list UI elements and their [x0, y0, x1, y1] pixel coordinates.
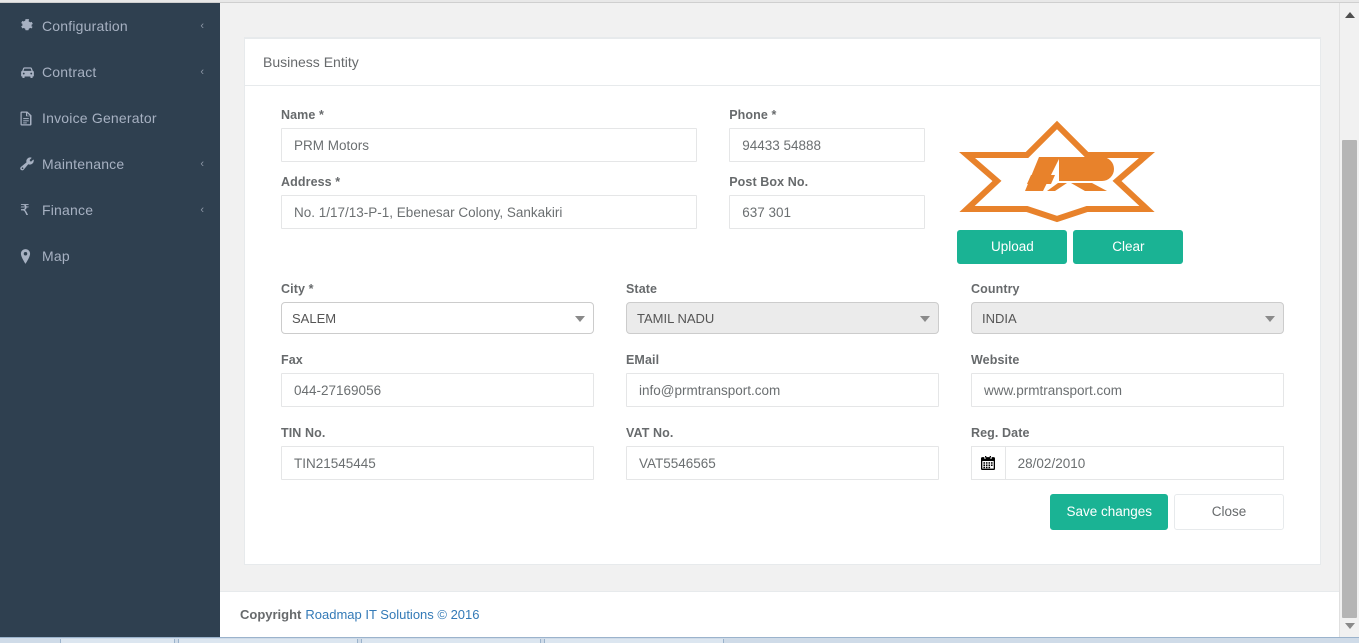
- field-label-tin: TIN No.: [281, 426, 326, 441]
- caret-down-icon: [1344, 622, 1355, 629]
- field-website: Website: [955, 353, 1300, 408]
- sidebar-nav: Configuration ‹ Contract ‹ Invoice Gener…: [0, 3, 220, 637]
- field-label-country: Country: [971, 282, 1020, 297]
- chevron-left-icon: ‹: [200, 66, 204, 78]
- card-header: Business Entity: [245, 39, 1320, 86]
- regdate-input[interactable]: [1004, 446, 1284, 481]
- field-label-regdate: Reg. Date: [971, 426, 1030, 441]
- fax-input[interactable]: [281, 373, 594, 408]
- form-col-logo: Upload Clear: [941, 108, 1300, 265]
- sidebar-item-maintenance[interactable]: Maintenance ‹: [0, 141, 220, 187]
- field-regdate: Reg. Date: [955, 426, 1300, 481]
- sidebar-item-contract[interactable]: Contract ‹: [0, 49, 220, 95]
- app-window: Configuration ‹ Contract ‹ Invoice Gener…: [0, 0, 1359, 643]
- sidebar-item-label: Finance: [42, 202, 94, 218]
- company-logo: [957, 108, 1157, 226]
- taskbar-item[interactable]: [544, 639, 724, 643]
- sidebar-item-label: Contract: [42, 64, 97, 80]
- car-icon: [20, 66, 42, 79]
- field-label-website: Website: [971, 353, 1020, 368]
- field-label-phone: Phone *: [729, 108, 777, 122]
- field-city: City * SALEM: [265, 282, 610, 335]
- scroll-up-button[interactable]: [1340, 5, 1359, 24]
- sidebar-item-label: Invoice Generator: [42, 110, 157, 126]
- wrench-icon: [20, 156, 42, 172]
- sidebar-item-map[interactable]: Map: [0, 233, 220, 279]
- sidebar-item-label: Maintenance: [42, 156, 125, 172]
- field-label-name: Name *: [281, 108, 324, 122]
- business-entity-card: Business Entity Name * Address *: [244, 37, 1321, 566]
- field-state: State TAMIL NADU: [610, 282, 955, 335]
- field-label-fax: Fax: [281, 353, 303, 368]
- gear-icon: [20, 19, 42, 33]
- upload-button[interactable]: Upload: [957, 230, 1068, 265]
- field-phone: Phone *: [729, 108, 926, 162]
- field-label-city: City *: [281, 282, 314, 297]
- ar-star-emblem-icon: [959, 120, 1156, 223]
- sidebar-item-configuration[interactable]: Configuration ‹: [0, 3, 220, 49]
- phone-input[interactable]: [729, 128, 926, 162]
- field-country: Country INDIA: [955, 282, 1300, 335]
- chevron-left-icon: ‹: [200, 204, 204, 216]
- form-actions: Save changes Close: [265, 480, 1300, 531]
- form-col-left-1: Name * Address *: [265, 108, 713, 264]
- field-name: Name *: [281, 108, 698, 162]
- vat-input[interactable]: [626, 446, 939, 481]
- logo-action-buttons: Upload Clear: [957, 230, 1284, 265]
- country-select[interactable]: INDIA: [971, 302, 1284, 335]
- document-icon: [20, 111, 42, 126]
- city-select[interactable]: SALEM: [281, 302, 594, 335]
- field-postbox: Post Box No.: [729, 175, 926, 229]
- field-fax: Fax: [265, 353, 610, 408]
- field-vat: VAT No.: [610, 426, 955, 481]
- field-email: EMail: [610, 353, 955, 408]
- main-content: Business Entity Name * Address *: [220, 3, 1339, 637]
- field-label-address: Address *: [281, 175, 341, 189]
- pin-icon: [20, 248, 42, 264]
- form-row-1: Name * Address * Phone *: [265, 108, 1300, 265]
- save-changes-button[interactable]: Save changes: [1050, 494, 1168, 531]
- field-label-state: State: [626, 282, 658, 297]
- field-tin: TIN No.: [265, 426, 610, 481]
- scrollbar-thumb[interactable]: [1342, 140, 1357, 618]
- form-row-4: TIN No. VAT No. Reg. Date: [265, 426, 1300, 481]
- taskbar-item[interactable]: [178, 639, 358, 643]
- sidebar-item-label: Configuration: [42, 18, 128, 34]
- sidebar-item-label: Map: [42, 248, 70, 264]
- taskbar-item[interactable]: [60, 639, 175, 643]
- address-input[interactable]: [281, 195, 698, 229]
- sidebar-item-finance[interactable]: ₹ Finance ‹: [0, 187, 220, 233]
- caret-up-icon: [1344, 11, 1355, 18]
- scroll-down-button[interactable]: [1340, 616, 1359, 635]
- vertical-scrollbar[interactable]: [1339, 3, 1359, 637]
- state-select[interactable]: TAMIL NADU: [626, 302, 939, 335]
- form-col-mid-1: Phone * Post Box No.: [713, 108, 941, 264]
- rupee-icon: ₹: [20, 202, 30, 219]
- footer-copyright-label: Copyright: [240, 607, 302, 622]
- close-button[interactable]: Close: [1174, 494, 1284, 531]
- field-label-vat: VAT No.: [626, 426, 674, 441]
- field-label-postbox: Post Box No.: [729, 175, 809, 189]
- taskbar-item[interactable]: [361, 639, 541, 643]
- form-row-3: Fax EMail Website: [265, 353, 1300, 408]
- sidebar-item-invoice-generator[interactable]: Invoice Generator: [0, 95, 220, 141]
- page-title: Business Entity: [263, 54, 359, 70]
- email-input[interactable]: [626, 373, 939, 408]
- field-address: Address *: [281, 175, 698, 229]
- footer-vendor-link[interactable]: Roadmap IT Solutions © 2016: [305, 607, 479, 622]
- field-label-email: EMail: [626, 353, 660, 368]
- os-taskbar: [0, 637, 1359, 643]
- calendar-icon[interactable]: [971, 446, 1005, 481]
- website-input[interactable]: [971, 373, 1284, 408]
- form-row-2: City * SALEM State TAMIL NADU Country IN…: [265, 282, 1300, 335]
- chevron-left-icon: ‹: [200, 20, 204, 32]
- page-footer: Copyright Roadmap IT Solutions © 2016: [220, 591, 1339, 637]
- postbox-input[interactable]: [729, 195, 926, 229]
- name-input[interactable]: [281, 128, 698, 162]
- chevron-left-icon: ‹: [200, 158, 204, 170]
- clear-button[interactable]: Clear: [1073, 230, 1184, 265]
- tin-input[interactable]: [281, 446, 594, 481]
- card-body: Name * Address * Phone *: [245, 86, 1320, 564]
